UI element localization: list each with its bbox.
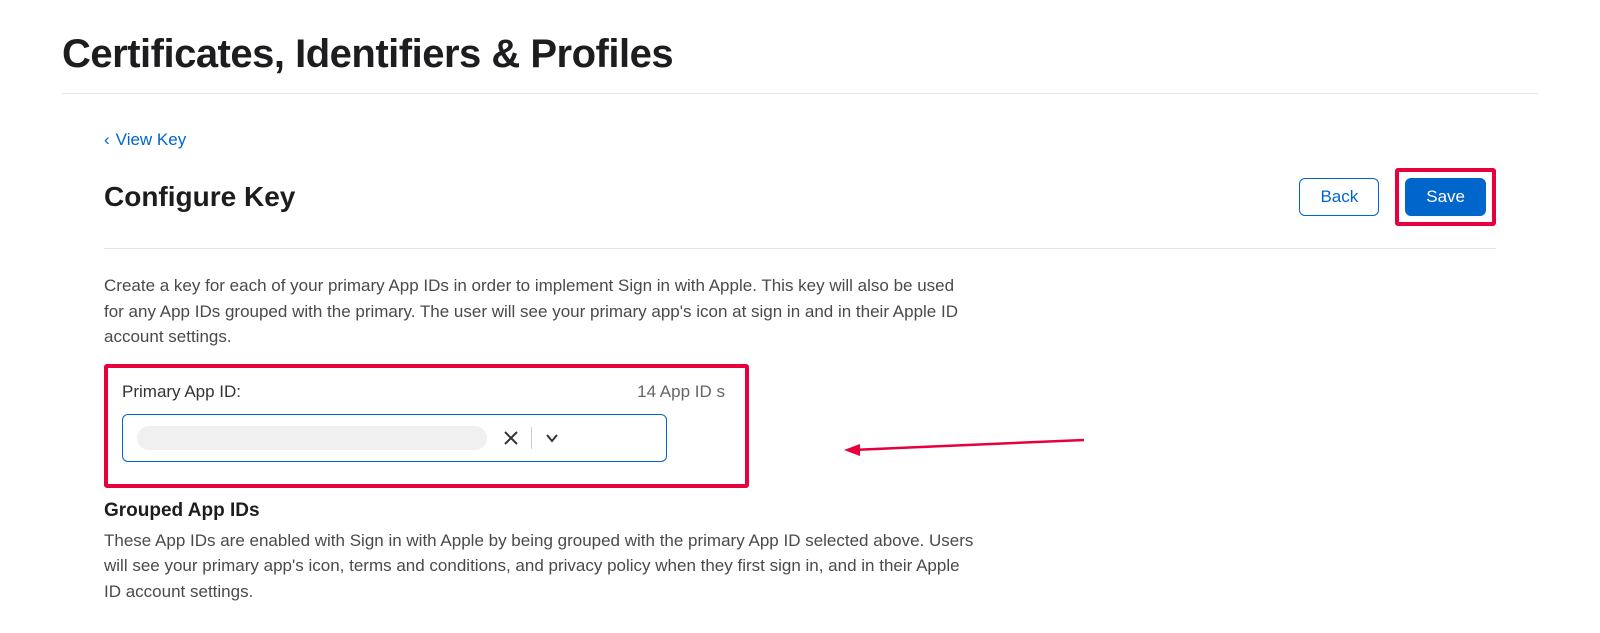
view-key-link[interactable]: View Key <box>104 130 186 149</box>
annotation-arrow-icon <box>844 430 1084 460</box>
back-button[interactable]: Back <box>1299 178 1379 216</box>
breadcrumb: View Key <box>104 130 1496 150</box>
app-id-count: 14 App ID s <box>637 382 725 402</box>
grouped-app-ids-description: These App IDs are enabled with Sign in w… <box>104 528 974 605</box>
select-redacted-value <box>137 426 487 450</box>
chevron-down-icon[interactable] <box>542 428 562 448</box>
primary-app-id-select[interactable] <box>122 414 667 462</box>
primary-app-id-label: Primary App ID: <box>122 382 241 402</box>
page-title: Certificates, Identifiers & Profiles <box>62 0 1538 94</box>
clear-icon[interactable] <box>501 428 521 448</box>
select-divider <box>531 427 532 449</box>
grouped-app-ids-title: Grouped App IDs <box>104 500 974 522</box>
section-description: Create a key for each of your primary Ap… <box>104 273 974 350</box>
section-title: Configure Key <box>104 181 295 213</box>
annotation-highlight-dropdown: Primary App ID: 14 App ID s <box>104 364 749 488</box>
save-button[interactable]: Save <box>1405 178 1486 216</box>
annotation-highlight-save: Save <box>1395 168 1496 226</box>
